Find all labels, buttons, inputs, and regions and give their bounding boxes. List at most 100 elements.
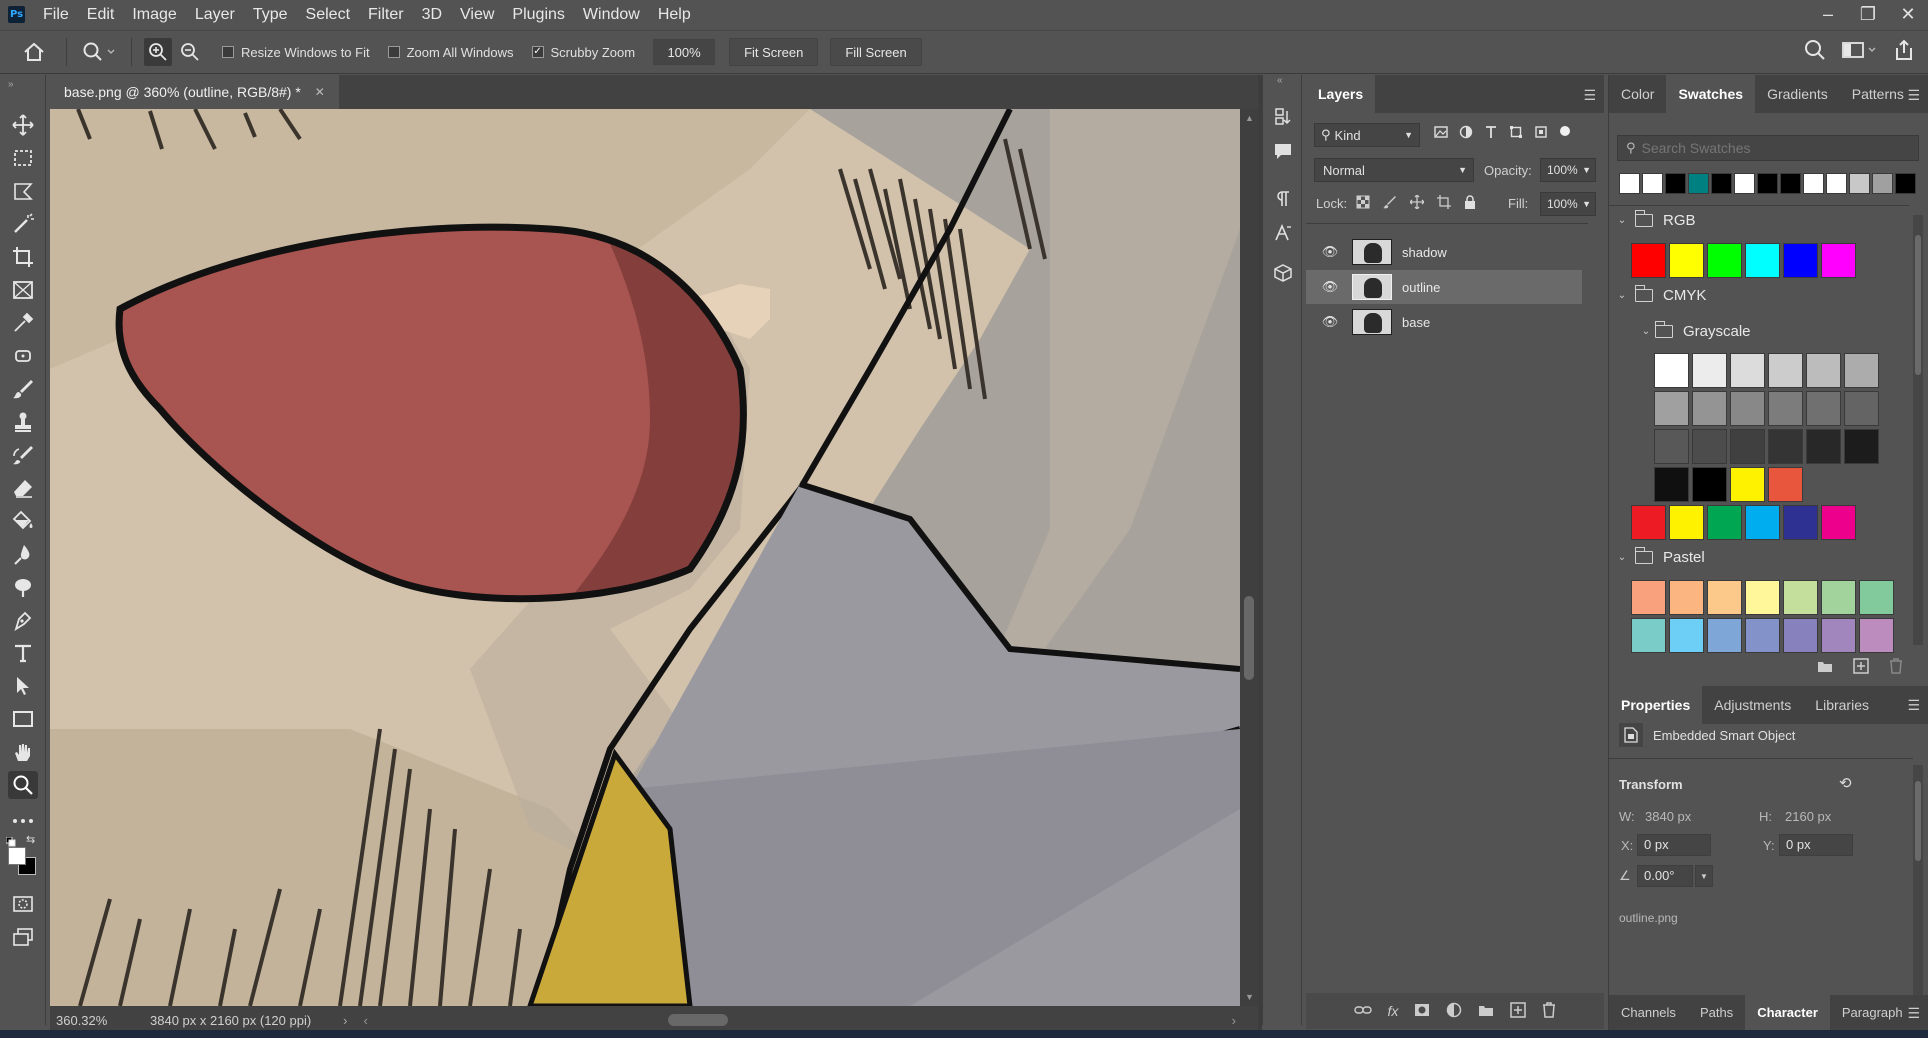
tab-color[interactable]: Color — [1609, 75, 1666, 113]
layers-panel-menu-icon[interactable]: ☰ — [1583, 87, 1596, 104]
menu-window[interactable]: Window — [583, 6, 640, 24]
new-swatch-icon[interactable] — [1853, 657, 1869, 677]
layer-row-shadow[interactable]: 👁 shadow — [1306, 235, 1582, 269]
cmyk-swatch[interactable] — [1669, 505, 1704, 540]
swap-colors-icon[interactable]: ⇆ — [26, 833, 35, 846]
grayscale-swatch[interactable] — [1844, 429, 1879, 464]
pastel-swatch[interactable] — [1745, 618, 1780, 653]
layer-name[interactable]: outline — [1402, 280, 1440, 295]
recent-swatch[interactable] — [1849, 173, 1870, 194]
tab-libraries[interactable]: Libraries — [1803, 686, 1881, 724]
bottom-panel-menu-icon[interactable]: ☰ — [1907, 1005, 1920, 1022]
scrubby-zoom-checkbox[interactable]: ✓ Scrubby Zoom — [531, 45, 635, 60]
hand-tool-icon[interactable] — [8, 738, 38, 766]
recent-swatch[interactable] — [1734, 173, 1755, 194]
grayscale-swatch[interactable] — [1806, 429, 1841, 464]
zoom-tool-icon[interactable] — [8, 771, 38, 799]
blend-mode-select[interactable]: Normal ▼ — [1314, 158, 1474, 182]
document-canvas[interactable] — [50, 109, 1240, 1006]
swatch-group-cmyk[interactable]: ⌄ CMYK — [1609, 280, 1909, 310]
grayscale-swatch[interactable] — [1654, 353, 1689, 388]
grayscale-swatch[interactable] — [1806, 391, 1841, 426]
cmyk-swatch[interactable] — [1745, 505, 1780, 540]
3d-panel-icon[interactable] — [1271, 261, 1295, 285]
pastel-swatch[interactable] — [1783, 580, 1818, 615]
comments-panel-icon[interactable] — [1271, 139, 1295, 163]
chevron-down-icon[interactable]: ▼ — [1695, 865, 1713, 887]
character-panel-icon[interactable] — [1271, 221, 1295, 245]
swatch-group-pastel[interactable]: ⌄ Pastel — [1609, 542, 1909, 572]
home-icon[interactable] — [14, 42, 54, 62]
lock-artboard-icon[interactable] — [1437, 195, 1451, 212]
grayscale-swatch[interactable] — [1768, 353, 1803, 388]
tab-swatches[interactable]: Swatches — [1666, 75, 1756, 113]
swatch-group-rgb[interactable]: ⌄ RGB — [1609, 205, 1909, 235]
status-expand-icon[interactable]: › — [343, 1013, 347, 1028]
color-swatches[interactable] — [8, 847, 38, 877]
grayscale-swatch[interactable] — [1730, 429, 1765, 464]
cmyk-swatch[interactable] — [1821, 505, 1856, 540]
zoom-value-field[interactable]: 100% — [653, 39, 716, 65]
grayscale-swatch[interactable] — [1692, 353, 1727, 388]
swatch-group-grayscale[interactable]: ⌄ Grayscale — [1637, 316, 1928, 346]
pastel-swatch[interactable] — [1783, 618, 1818, 653]
rgb-swatch[interactable] — [1631, 243, 1666, 278]
properties-panel-menu-icon[interactable]: ☰ — [1907, 697, 1920, 714]
dodge-tool-icon[interactable] — [8, 573, 38, 601]
width-value[interactable]: 3840 px — [1645, 809, 1691, 824]
chevron-down-icon[interactable]: ⌄ — [1609, 290, 1635, 301]
layer-filter-kind-select[interactable]: ⚲ Kind ▼ — [1314, 123, 1420, 147]
new-layer-icon[interactable] — [1510, 1001, 1527, 1021]
minimize-button[interactable]: – — [1808, 0, 1848, 29]
tab-layers[interactable]: Layers — [1306, 75, 1376, 113]
chevron-down-icon[interactable]: ⌄ — [1609, 215, 1635, 226]
recent-swatch[interactable] — [1711, 173, 1732, 194]
recent-swatch[interactable] — [1642, 173, 1663, 194]
menu-select[interactable]: Select — [306, 6, 350, 24]
history-panel-icon[interactable] — [1271, 105, 1295, 129]
chevron-down-icon[interactable]: ⌄ — [1609, 552, 1635, 563]
tab-paths[interactable]: Paths — [1688, 995, 1745, 1030]
tab-character[interactable]: Character — [1745, 995, 1830, 1030]
grayscale-swatch[interactable] — [1692, 429, 1727, 464]
menu-view[interactable]: View — [460, 6, 494, 24]
rgb-swatch[interactable] — [1821, 243, 1856, 278]
grayscale-swatch[interactable] — [1844, 353, 1879, 388]
recent-swatch[interactable] — [1757, 173, 1778, 194]
recent-swatch[interactable] — [1826, 173, 1847, 194]
magic-wand-icon[interactable] — [8, 210, 38, 238]
paragraph-panel-icon[interactable] — [1271, 187, 1295, 211]
recent-swatch[interactable] — [1803, 173, 1824, 194]
lock-transparent-icon[interactable] — [1356, 195, 1370, 212]
expand-panels-icon[interactable]: « — [1277, 75, 1283, 86]
grayscale-swatch[interactable] — [1768, 391, 1803, 426]
document-info[interactable]: 3840 px x 2160 px (120 ppi) — [150, 1013, 311, 1028]
delete-swatch-icon[interactable] — [1889, 657, 1903, 677]
pen-tool-icon[interactable] — [8, 606, 38, 634]
paint-bucket-icon[interactable] — [8, 507, 38, 535]
eraser-tool-icon[interactable] — [8, 474, 38, 502]
fill-field[interactable]: 100% ▼ — [1540, 192, 1596, 216]
close-document-icon[interactable]: ✕ — [315, 85, 325, 99]
scrubby-check-box[interactable]: ✓ — [531, 46, 544, 58]
vertical-scrollbar[interactable]: ▲ ▼ — [1240, 109, 1258, 1006]
scroll-down-icon[interactable]: ▼ — [1245, 992, 1254, 1002]
tab-properties[interactable]: Properties — [1609, 686, 1703, 724]
recent-swatch[interactable] — [1872, 173, 1893, 194]
pastel-swatch[interactable] — [1821, 618, 1856, 653]
menu-type[interactable]: Type — [253, 6, 288, 24]
grayscale-swatch[interactable] — [1768, 429, 1803, 464]
fit-screen-button[interactable]: Fit Screen — [729, 38, 819, 66]
close-window-button[interactable]: ✕ — [1888, 0, 1928, 29]
stamp-tool-icon[interactable] — [8, 408, 38, 436]
history-brush-icon[interactable] — [8, 441, 38, 469]
quick-mask-icon[interactable] — [8, 890, 38, 918]
search-swatches-box[interactable]: ⚲ — [1617, 135, 1919, 161]
tab-patterns[interactable]: Patterns — [1840, 75, 1916, 113]
filter-shape-icon[interactable] — [1509, 125, 1523, 142]
cmyk-swatch[interactable] — [1783, 505, 1818, 540]
lock-pixels-icon[interactable] — [1383, 195, 1397, 212]
pastel-swatch[interactable] — [1669, 618, 1704, 653]
blur-tool-icon[interactable] — [8, 540, 38, 568]
grayscale-swatch[interactable] — [1692, 467, 1727, 502]
